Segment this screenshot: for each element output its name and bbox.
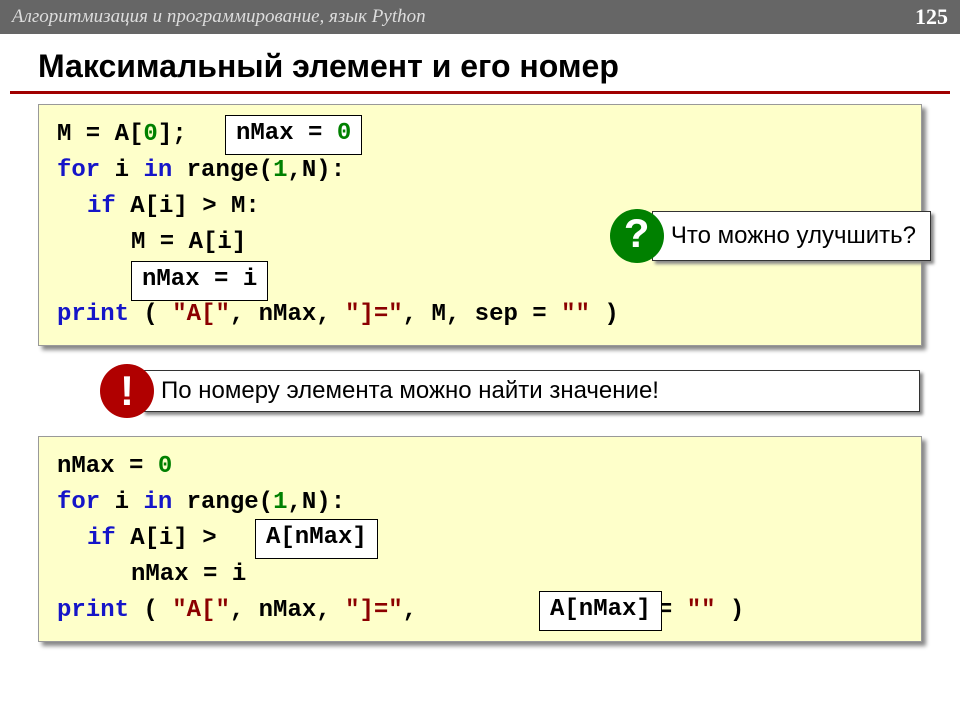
inline-box-anmax1: A[nMax] — [255, 519, 378, 559]
page-title: Максимальный элемент и его номер — [10, 34, 950, 94]
inline-box-nmax0: nMax = 0 — [225, 115, 362, 155]
question-icon: ? — [610, 209, 664, 263]
question-callout: ? Что можно улучшить? — [610, 209, 931, 263]
inline-box-nmaxi: nMax = i — [131, 261, 268, 301]
question-text: Что можно улучшить? — [652, 211, 931, 261]
inline-box-anmax2: A[nMax] — [539, 591, 662, 631]
code-line: for i in range(1,N): — [57, 485, 903, 521]
code-block-2: nMax = 0 for i in range(1,N): if A[i] > … — [38, 436, 922, 642]
code-line: nMax = 0 — [57, 449, 903, 485]
page-number: 125 — [915, 4, 948, 30]
code-block-1: M = A[0]; nMax = 0 for i in range(1,N): … — [38, 104, 922, 346]
header-subject: Алгоритмизация и программирование, язык … — [12, 6, 426, 28]
code-line: for i in range(1,N): — [57, 153, 903, 189]
code-line: M = A[0]; — [57, 117, 903, 153]
code-line: if A[i] > — [57, 521, 903, 557]
code-line: nMax = i — [57, 557, 903, 593]
code-line: print ( "A[", nMax, "]=", M, sep = "" ) — [57, 297, 903, 333]
exclaim-text: По номеру элемента можно найти значение! — [142, 370, 920, 412]
exclaim-callout: ! По номеру элемента можно найти значени… — [100, 364, 920, 418]
exclaim-icon: ! — [100, 364, 154, 418]
code-line: print ( "A[", nMax, "]=", , sep = "" ) — [57, 593, 903, 629]
header-bar: Алгоритмизация и программирование, язык … — [0, 0, 960, 34]
